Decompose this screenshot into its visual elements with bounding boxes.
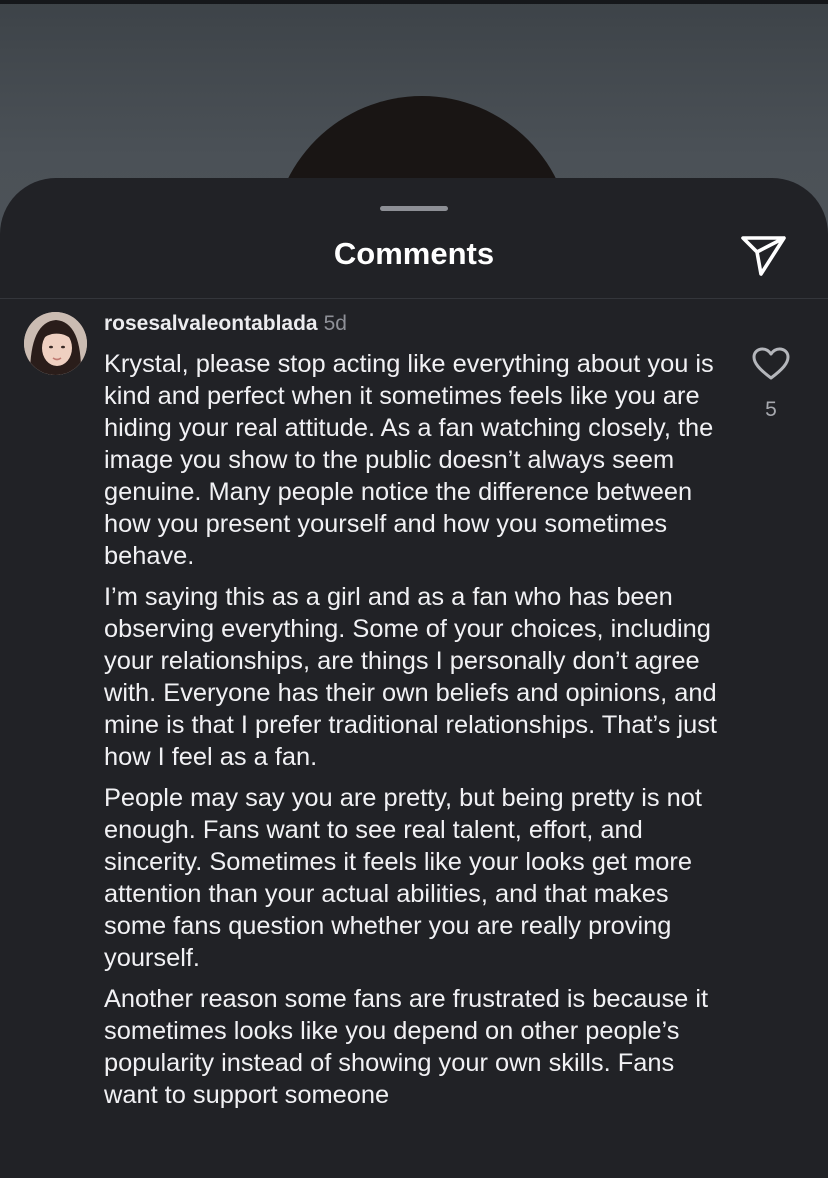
header-divider: [0, 298, 828, 299]
comment-body: Krystal, please stop acting like everyth…: [104, 348, 729, 1120]
user-avatar[interactable]: [24, 312, 87, 375]
comment-paragraph: Another reason some fans are frustrated …: [104, 985, 709, 1109]
send-icon[interactable]: [738, 232, 790, 278]
comment-paragraph: People may say you are pretty, but being…: [104, 784, 702, 972]
comment-paragraph: I’m saying this as a girl and as a fan w…: [104, 583, 717, 771]
top-edge: [0, 0, 828, 4]
comment-username[interactable]: rosesalvaleontablada: [104, 312, 318, 335]
sheet-grabber-handle[interactable]: [380, 206, 448, 211]
comment-paragraph: Krystal, please stop acting like everyth…: [104, 350, 714, 570]
heart-icon[interactable]: [751, 346, 791, 382]
comments-sheet: Comments rosesalvaleontablada 5d Krystal,…: [0, 178, 828, 1178]
sheet-title: Comments: [333, 236, 495, 271]
comment-age: 5d: [323, 312, 347, 335]
like-count: 5: [765, 398, 777, 421]
comment-header: rosesalvaleontablada 5d: [104, 312, 347, 336]
